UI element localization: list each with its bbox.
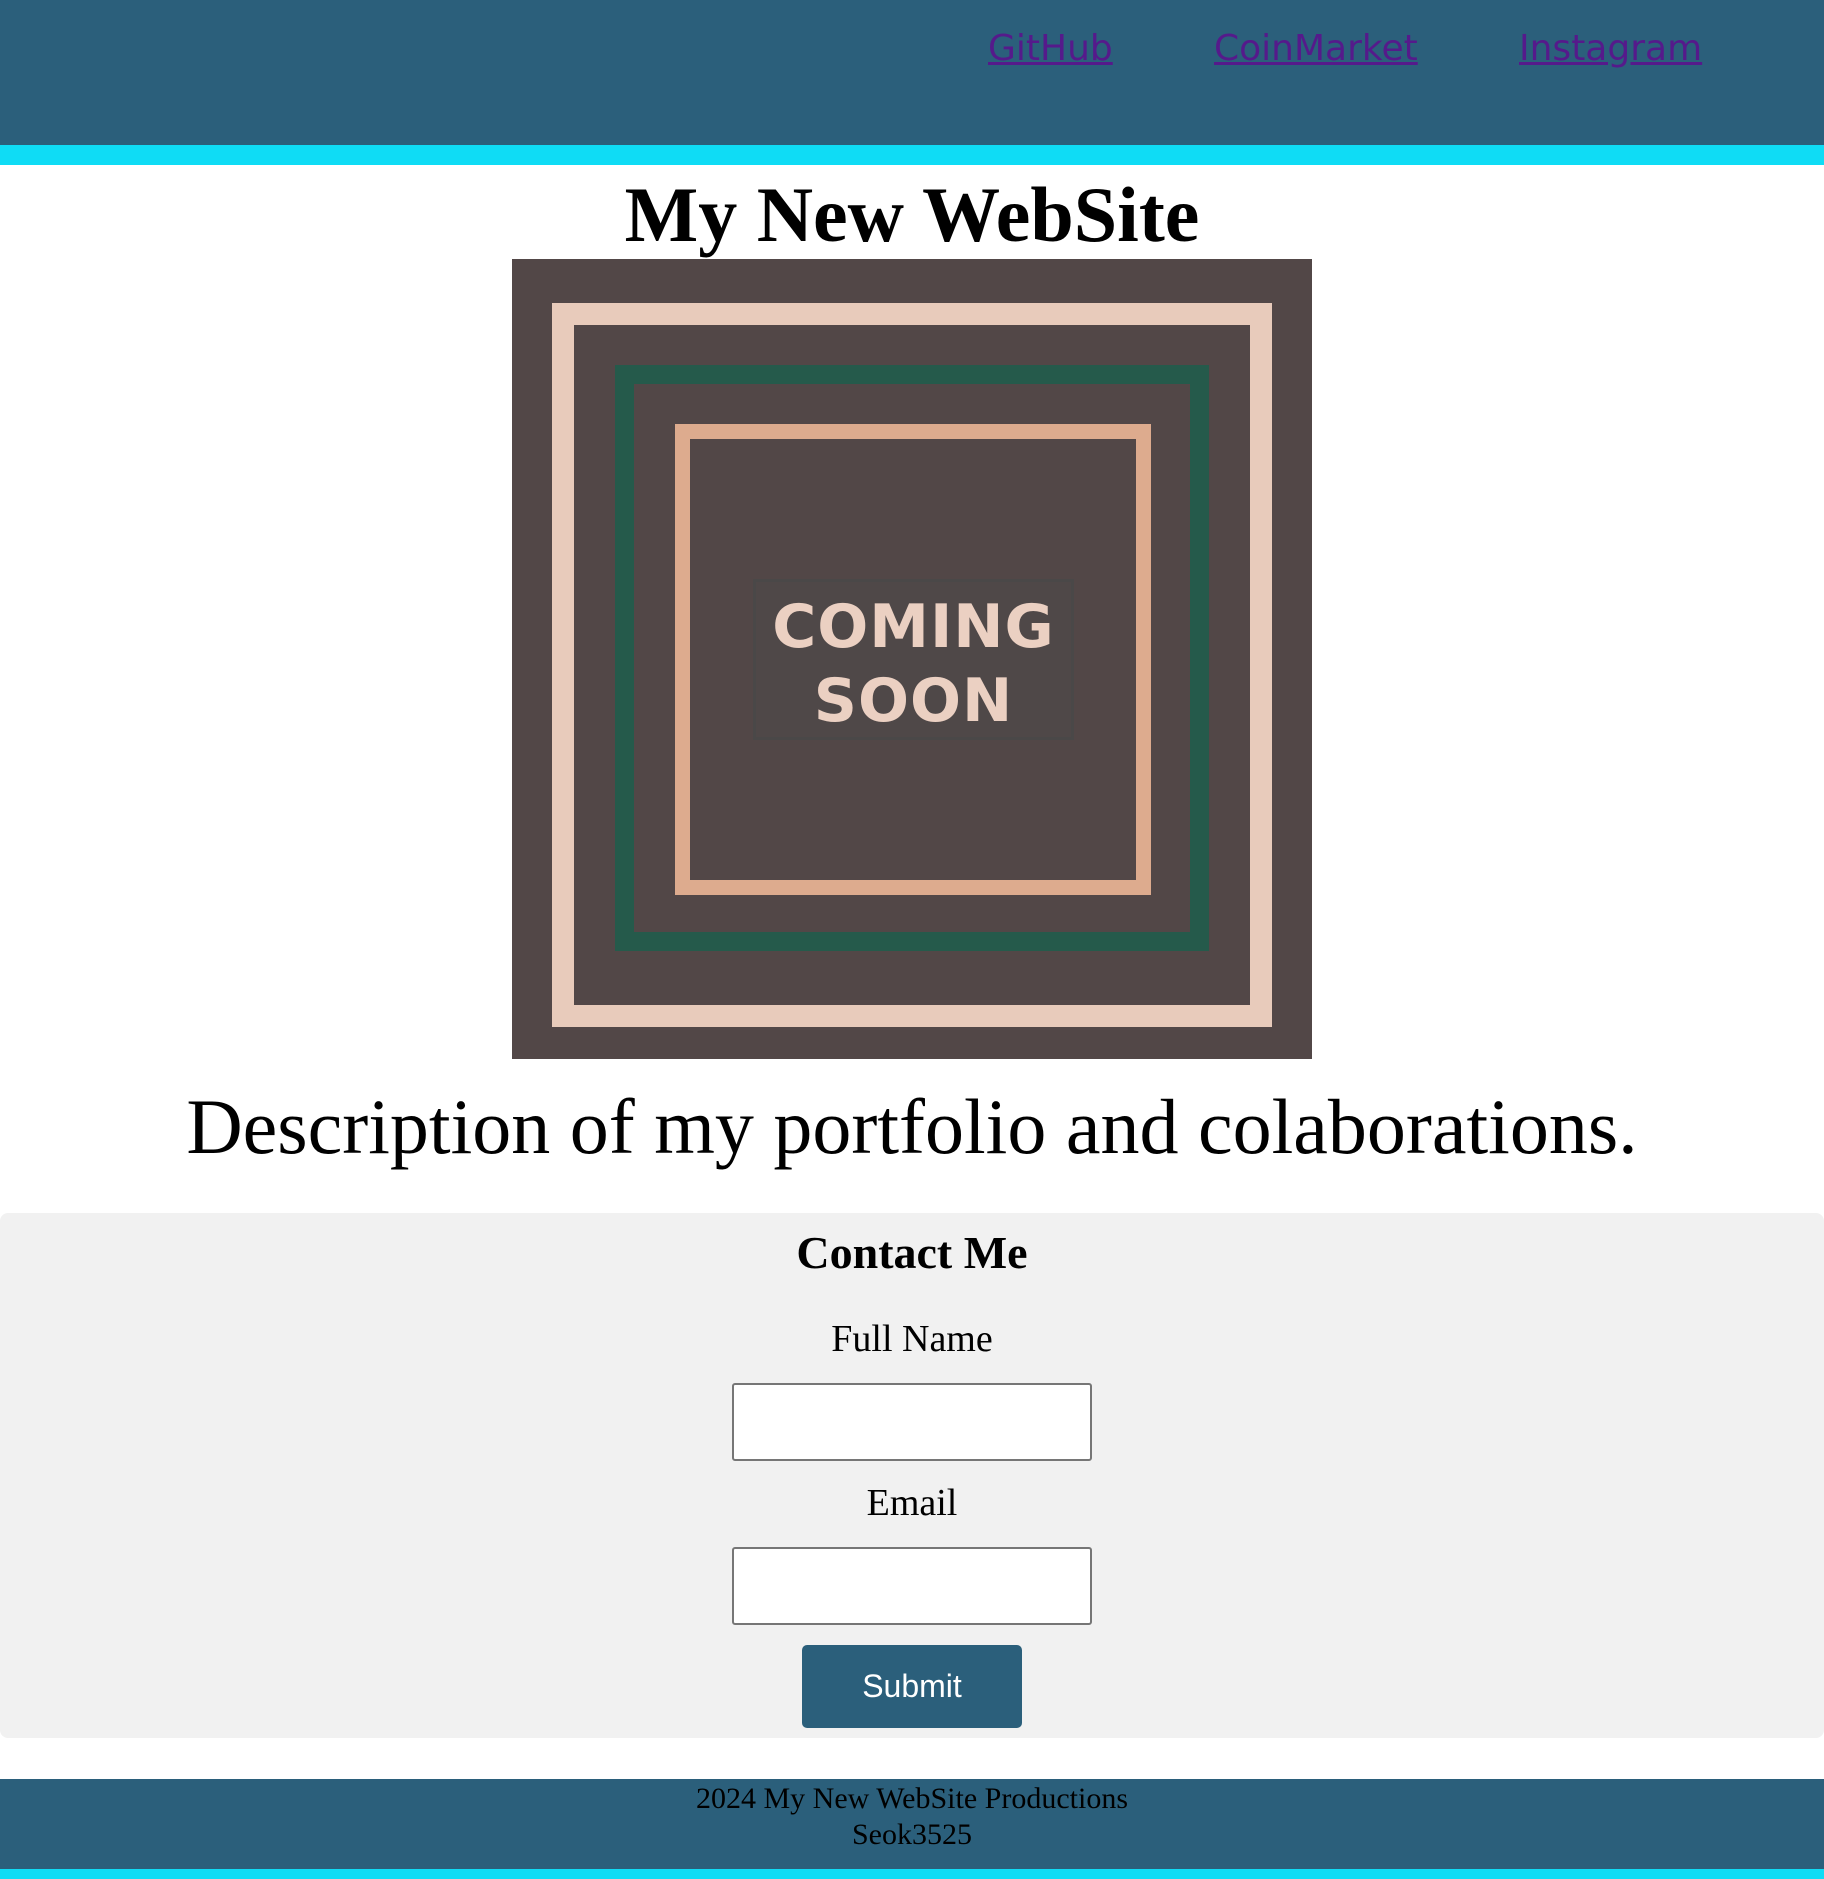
email-input[interactable]	[732, 1547, 1092, 1625]
nav-link-coinmarket[interactable]: CoinMarket	[1214, 28, 1418, 69]
contact-title: Contact Me	[796, 1227, 1028, 1278]
full-name-label: Full Name	[831, 1318, 993, 1360]
site-header: GitHub CoinMarket Instagram	[0, 0, 1824, 145]
submit-button[interactable]: Submit	[802, 1645, 1022, 1728]
coming-soon-image: COMING SOON	[512, 259, 1312, 1059]
contact-section: Contact Me Full Name Email Submit	[0, 1213, 1824, 1738]
coming-soon-line-2: SOON	[813, 666, 1014, 736]
nav-link-github[interactable]: GitHub	[988, 28, 1113, 69]
nav-link-instagram[interactable]: Instagram	[1519, 28, 1702, 69]
coming-soon-line-1: COMING	[772, 592, 1055, 662]
site-footer: 2024 My New WebSite Productions Seok3525	[0, 1779, 1824, 1869]
email-label: Email	[866, 1482, 958, 1524]
footer-copyright: 2024 My New WebSite Productions	[695, 1782, 1128, 1815]
full-name-input[interactable]	[732, 1383, 1092, 1461]
coming-soon-label: COMING SOON	[753, 579, 1074, 740]
page-title: My New WebSite	[624, 171, 1200, 258]
header-accent-stripe	[0, 145, 1824, 165]
portfolio-description: Description of my portfolio and colabora…	[186, 1083, 1638, 1170]
footer-author: Seok3525	[852, 1818, 972, 1851]
footer-accent-stripe	[0, 1869, 1824, 1879]
